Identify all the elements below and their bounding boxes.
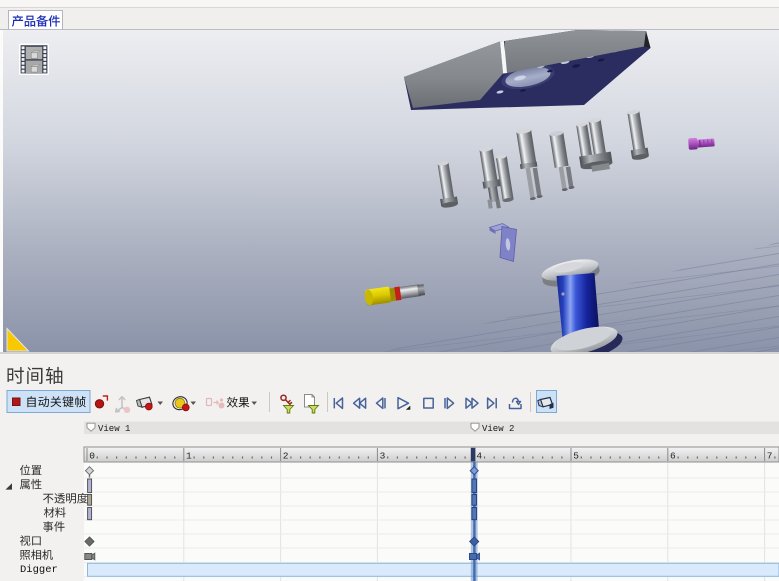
svg-text:3: 3 [380,451,386,462]
svg-text:6: 6 [670,451,676,462]
svg-text:2: 2 [283,451,289,462]
svg-text:View 1: View 1 [98,424,130,434]
svg-text:1: 1 [186,451,192,462]
svg-text:Digger: Digger [20,564,58,576]
svg-text:View 2: View 2 [482,424,514,434]
svg-text:4: 4 [476,451,482,462]
svg-text:5: 5 [573,451,579,462]
svg-text:7: 7 [767,451,773,462]
svg-text:0: 0 [89,451,95,462]
